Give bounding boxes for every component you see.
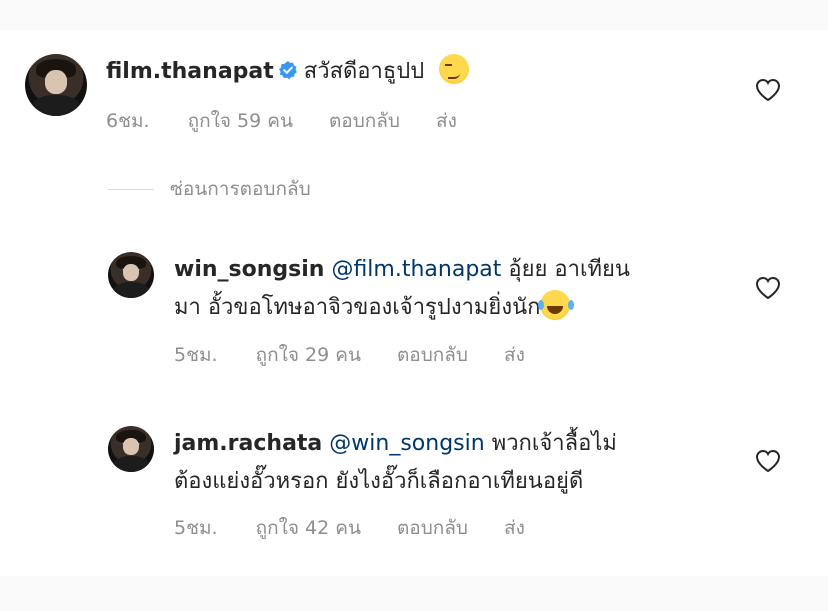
username[interactable]: film.thanapat <box>106 59 274 84</box>
avatar[interactable] <box>25 54 87 116</box>
likes-count[interactable]: ถูกใจ 59 คน <box>188 106 293 136</box>
hide-replies-button[interactable]: ซ่อนการตอบกลับ <box>108 174 311 204</box>
send-button[interactable]: ส่ง <box>504 340 525 370</box>
send-button[interactable]: ส่ง <box>504 513 525 543</box>
comment-text-line-1: jam.rachata @win_songsin พวกเจ้าลื้อไม่ <box>174 425 617 463</box>
mention-link[interactable]: @win_songsin <box>329 431 484 456</box>
send-button[interactable]: ส่ง <box>436 106 457 136</box>
reply-button[interactable]: ตอบกลับ <box>329 106 400 136</box>
laughing-emoji <box>538 290 571 320</box>
timestamp[interactable]: 6ชม. <box>106 106 150 136</box>
comment-body-continued: มา อั้วขอโทษอาจิวของเจ้ารูปงามยิ่งนัก <box>174 295 541 320</box>
hide-replies-label: ซ่อนการตอบกลับ <box>170 178 311 200</box>
mention-link[interactable]: @film.thanapat <box>331 257 501 282</box>
comment-body: อุ้ยย อาเทียน <box>508 257 630 282</box>
comment-body: สวัสดีอาธูปป <box>303 59 425 84</box>
comment-text-line-2: มา อั้วขอโทษอาจิวของเจ้ารูปงามยิ่งนัก <box>174 289 571 327</box>
timestamp[interactable]: 5ชม. <box>174 513 218 543</box>
heart-icon[interactable] <box>755 276 781 300</box>
heart-icon[interactable] <box>755 449 781 473</box>
username[interactable]: jam.rachata <box>174 431 322 456</box>
comment-meta: 6ชม. ถูกใจ 59 คน ตอบกลับ ส่ง <box>106 106 457 136</box>
heart-icon[interactable] <box>755 78 781 102</box>
comment-meta: 5ชม. ถูกใจ 42 คน ตอบกลับ ส่ง <box>174 513 525 543</box>
comment-body: พวกเจ้าลื้อไม่ <box>491 431 617 456</box>
reply-button[interactable]: ตอบกลับ <box>397 513 468 543</box>
comment-text-line-2: ต้องแย่งอั๊วหรอก ยังไงอั๊วก็เลือกอาเทียน… <box>174 463 583 501</box>
reply-button[interactable]: ตอบกลับ <box>397 340 468 370</box>
avatar[interactable] <box>108 426 154 472</box>
verified-badge-icon <box>278 61 297 80</box>
comment-body-continued: ต้องแย่งอั๊วหรอก ยังไงอั๊วก็เลือกอาเทียน… <box>174 469 584 494</box>
likes-count[interactable]: ถูกใจ 42 คน <box>256 513 361 543</box>
likes-count[interactable]: ถูกใจ 29 คน <box>256 340 361 370</box>
timestamp[interactable]: 5ชม. <box>174 340 218 370</box>
smirk-emoji <box>439 54 470 84</box>
avatar[interactable] <box>108 252 154 298</box>
comment-meta: 5ชม. ถูกใจ 29 คน ตอบกลับ ส่ง <box>174 340 525 370</box>
comment-text-row: film.thanapat สวัสดีอาธูปป <box>106 53 470 91</box>
comment-text-line-1: win_songsin @film.thanapat อุ้ยย อาเทียน <box>174 251 630 289</box>
username[interactable]: win_songsin <box>174 257 324 282</box>
divider-line <box>108 188 154 190</box>
